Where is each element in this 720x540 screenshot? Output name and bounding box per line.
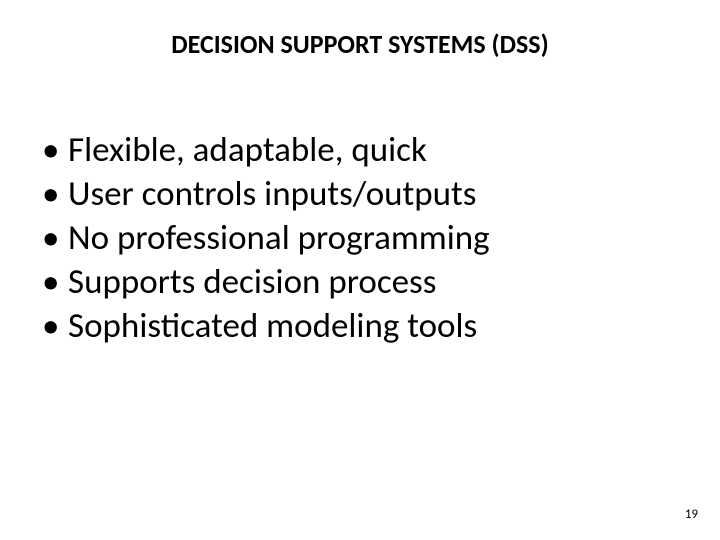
page-number: 19 (685, 507, 698, 522)
list-item: Sophisticated modeling tools (40, 304, 720, 348)
list-item: User controls inputs/outputs (40, 172, 720, 216)
list-item: Flexible, adaptable, quick (40, 128, 720, 172)
bullet-list: Flexible, adaptable, quick User controls… (0, 60, 720, 348)
page-title: DECISION SUPPORT SYSTEMS (DSS) (0, 0, 720, 60)
list-item: No professional programming (40, 216, 720, 260)
list-item: Supports decision process (40, 260, 720, 304)
